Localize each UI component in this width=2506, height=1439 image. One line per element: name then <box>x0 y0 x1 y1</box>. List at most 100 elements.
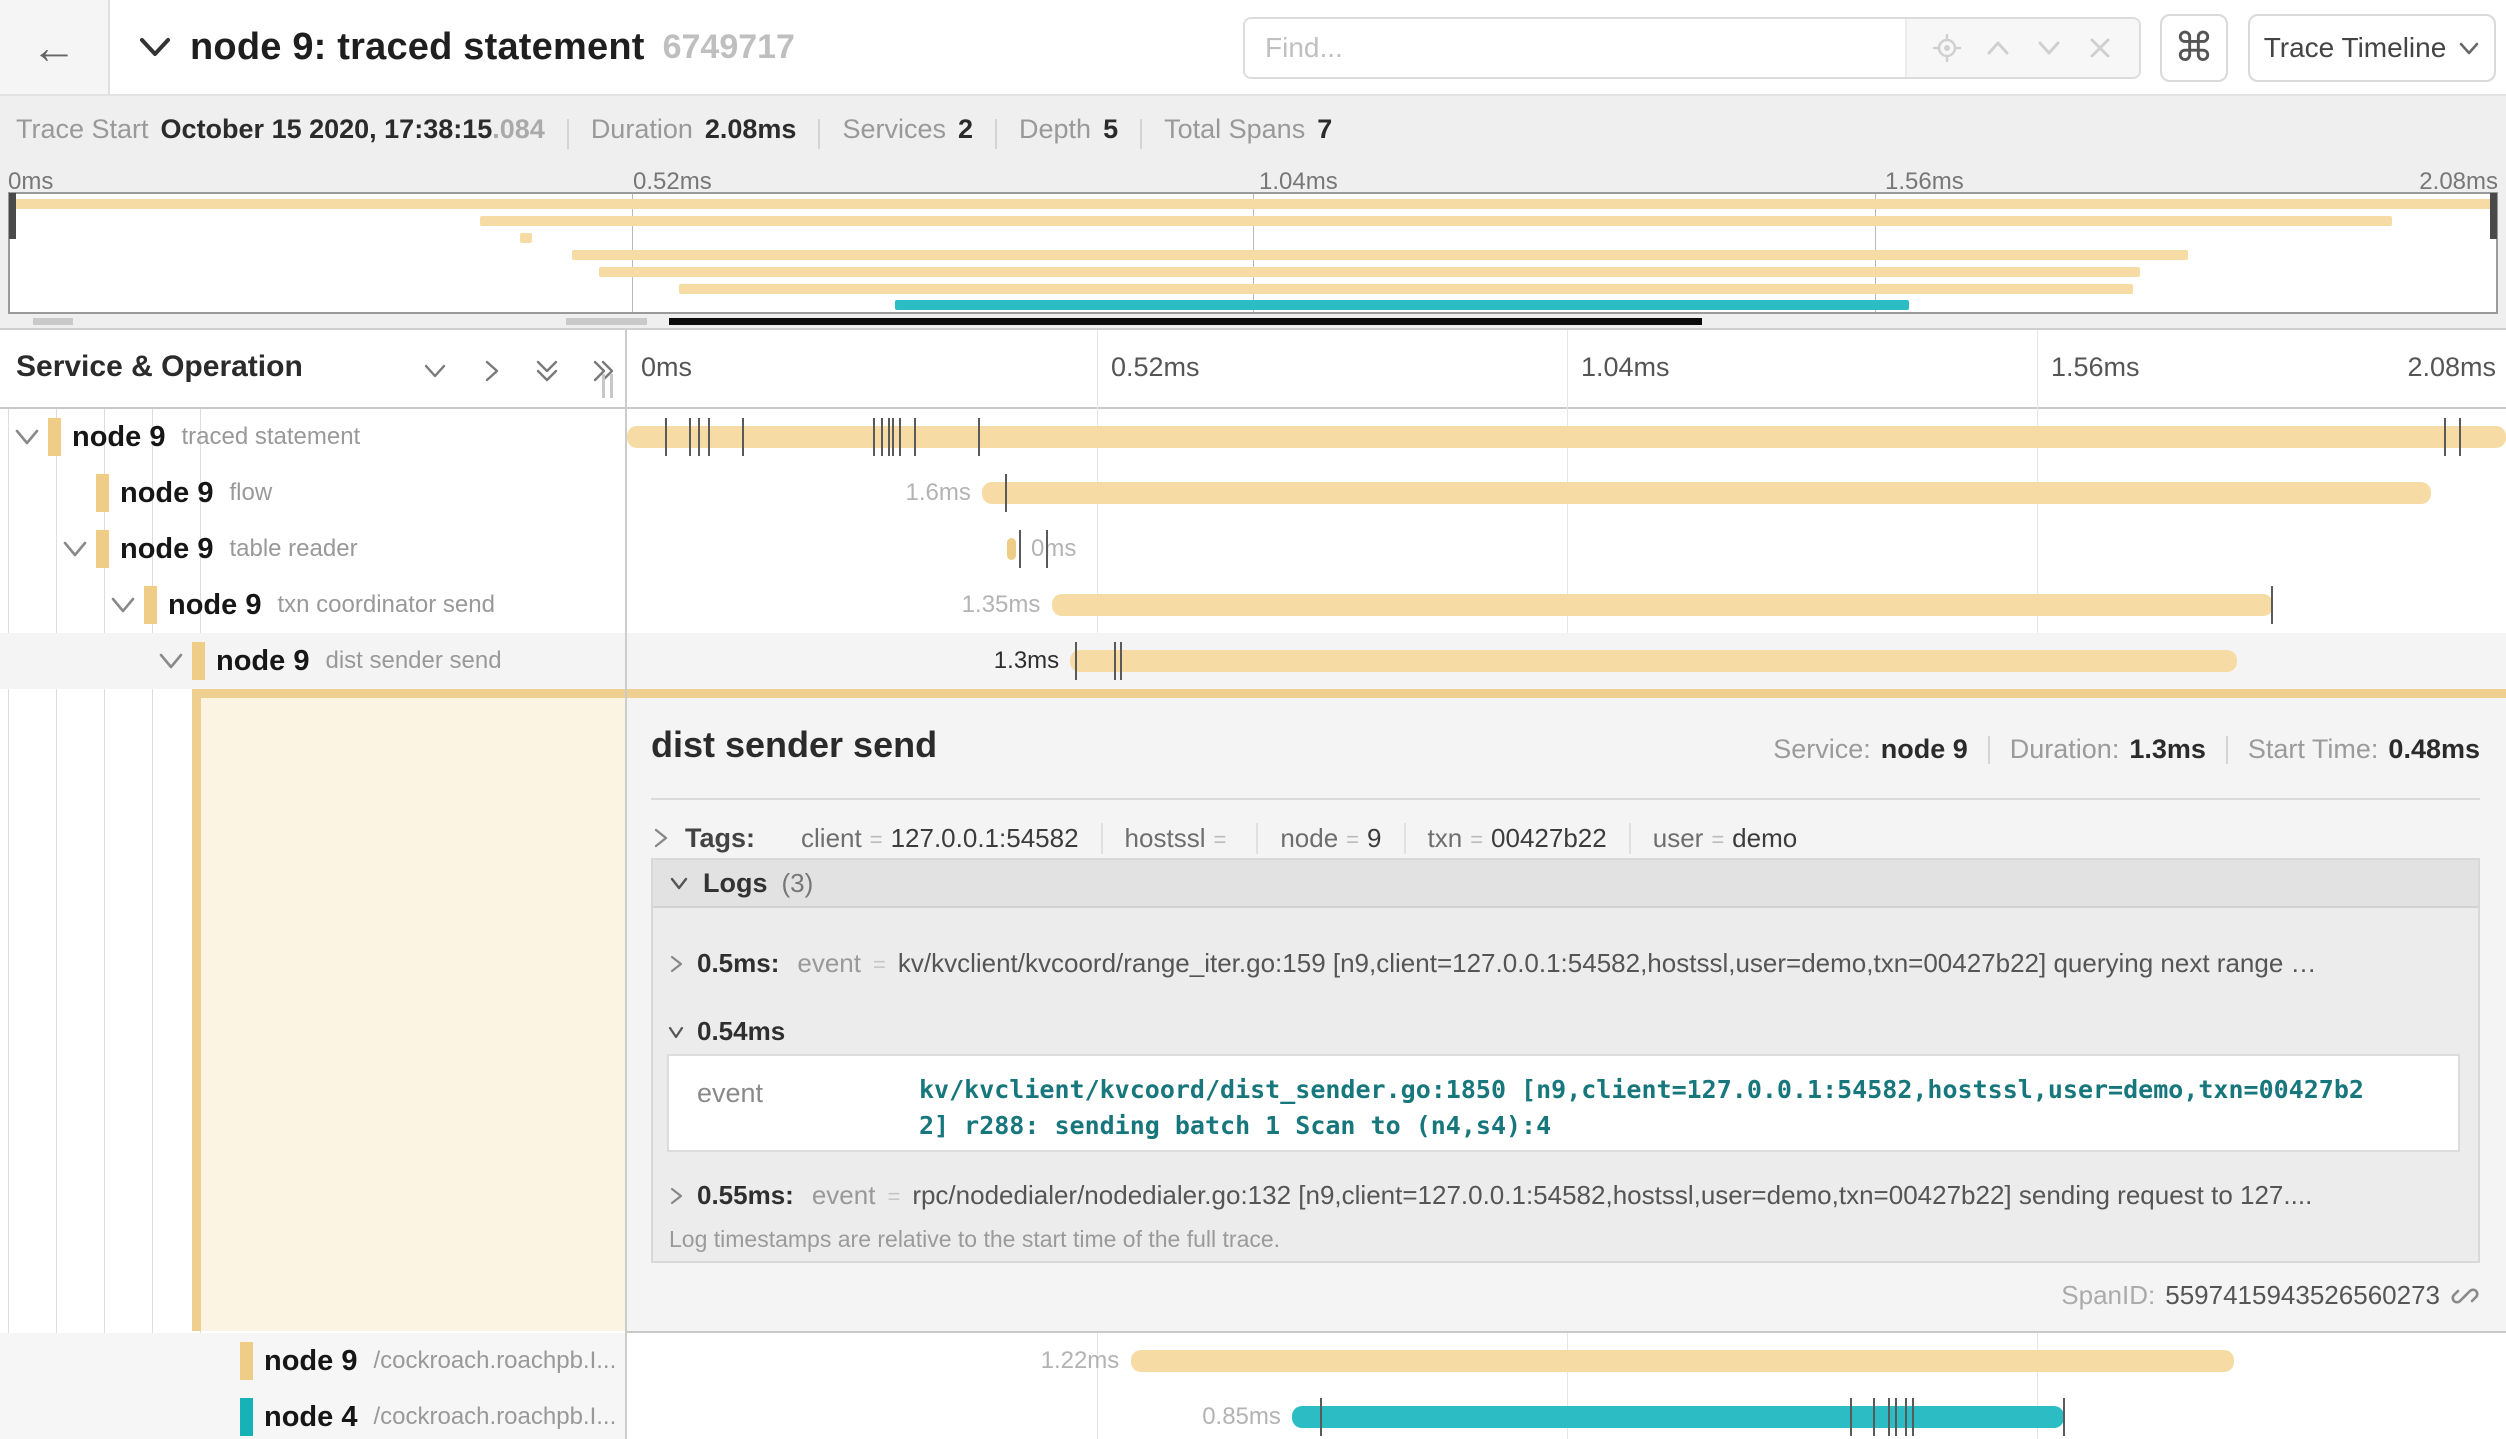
service-color-chip <box>192 642 205 680</box>
span-name-cell: node 9 txn coordinator send <box>0 577 625 633</box>
tag-client: client=127.0.0.1:54582 <box>779 823 1103 854</box>
collapse-trace-chevron-icon[interactable] <box>138 35 172 59</box>
minimap-span-bar <box>10 199 2496 209</box>
trace-minimap[interactable] <box>8 192 2498 314</box>
span-row-txn-coordinator-send[interactable]: node 9 txn coordinator send 1.35ms <box>0 577 2506 633</box>
log-tick <box>1005 474 1007 512</box>
service-color-chip <box>48 418 61 456</box>
span-bar-cell: 0ms <box>627 521 2506 577</box>
duration-label: 1.3ms <box>627 633 1059 689</box>
column-splitter[interactable] <box>625 330 627 1439</box>
chevron-right-icon <box>667 954 685 974</box>
duration-label: 1.6ms <box>627 465 971 521</box>
span-bar-cell: 1.35ms <box>627 577 2506 633</box>
log-entry-1[interactable]: 0.5ms: event = kv/kvclient/kvcoord/range… <box>667 948 2464 979</box>
find-input[interactable] <box>1245 19 1905 77</box>
scroll-mark <box>33 318 73 325</box>
span-bar-cell <box>627 409 2506 465</box>
chevron-down-icon[interactable] <box>14 425 40 449</box>
span-bar[interactable] <box>1070 650 2237 672</box>
span-bar[interactable] <box>627 426 2506 448</box>
divider <box>567 119 569 149</box>
minimap-scroll-indicator <box>0 318 2506 326</box>
scroll-thumb[interactable] <box>669 318 1701 325</box>
trace-total-spans: Total Spans 7 <box>1164 114 1332 145</box>
span-bar[interactable] <box>1007 538 1016 560</box>
trace-title-group: node 9: traced statement 6749717 <box>138 0 795 94</box>
collapse-all-icon[interactable] <box>532 356 562 386</box>
tag-hostssl: hostssl= <box>1103 823 1259 854</box>
expand-one-icon[interactable] <box>476 356 506 386</box>
ruler-label-0: 0ms <box>641 352 692 383</box>
minimap-span-bar <box>599 267 2140 277</box>
collapse-one-icon[interactable] <box>420 356 450 386</box>
divider <box>651 798 2480 800</box>
span-bar[interactable] <box>982 482 2431 504</box>
detail-span-title: dist sender send <box>651 724 937 766</box>
tag-node: node=9 <box>1258 823 1405 854</box>
log-entry-2-header[interactable]: 0.54ms <box>667 1016 2464 1047</box>
log-tick <box>1019 530 1021 568</box>
log-field-table: event kv/kvclient/kvcoord/dist_sender.go… <box>667 1054 2460 1152</box>
trace-depth: Depth 5 <box>1019 114 1118 145</box>
log-tick <box>2271 586 2273 624</box>
page-header: ← node 9: traced statement 6749717 <box>0 0 2506 96</box>
span-name-cell: node 9 dist sender send <box>0 633 625 689</box>
trace-id-badge: 6749717 <box>663 28 795 67</box>
viewport-drag-handle-right[interactable] <box>2490 193 2497 239</box>
log-tick <box>881 418 883 456</box>
next-match-icon[interactable] <box>2034 33 2064 63</box>
logs-body: 0.5ms: event = kv/kvclient/kvcoord/range… <box>653 908 2478 1261</box>
span-name-cell: node 9 flow <box>0 465 625 521</box>
minimap-span-bar <box>895 300 1909 310</box>
span-row-table-reader[interactable]: node 9 table reader 0ms <box>0 521 2506 577</box>
span-row-flow[interactable]: node 9 flow 1.6ms <box>0 465 2506 521</box>
column-resizer-grip[interactable] <box>602 374 613 398</box>
chevron-down-icon[interactable] <box>158 649 184 673</box>
viewport-drag-handle-left[interactable] <box>9 193 16 239</box>
span-bar[interactable] <box>1052 594 2273 616</box>
divider <box>818 119 820 149</box>
span-row-dist-sender-send-selected[interactable]: node 9 dist sender send 1.3ms <box>0 633 2506 689</box>
link-icon[interactable] <box>2450 1281 2480 1311</box>
keyboard-shortcuts-button[interactable]: ⌘ <box>2160 14 2228 82</box>
detail-indent-fill <box>201 698 625 1331</box>
back-button[interactable]: ← <box>0 0 110 94</box>
log-tick <box>1120 642 1122 680</box>
locate-span-icon[interactable] <box>1932 33 1962 63</box>
chevron-down-icon[interactable] <box>62 537 88 561</box>
logs-header[interactable]: Logs (3) <box>653 860 2478 908</box>
chevron-right-icon <box>651 826 671 850</box>
minimap-span-bar <box>520 233 532 243</box>
minimap-span-bar <box>679 284 2133 294</box>
find-nav-icons <box>1905 19 2139 77</box>
log-tick <box>708 418 710 456</box>
clear-find-icon[interactable] <box>2085 33 2115 63</box>
span-name: node 9 txn coordinator send <box>168 577 495 633</box>
span-bar-cell: 1.6ms <box>627 465 2506 521</box>
tags-row[interactable]: Tags: client=127.0.0.1:54582 hostssl= no… <box>651 814 1819 862</box>
trace-view-label: Trace Timeline <box>2264 32 2447 64</box>
trace-view-selector[interactable]: Trace Timeline <box>2248 14 2496 82</box>
log-tick <box>2063 1398 2065 1436</box>
divider <box>1140 119 1142 149</box>
chevron-down-icon[interactable] <box>110 593 136 617</box>
span-rows: node 9 traced statement node 9 flow 1.6m… <box>0 409 2506 1439</box>
service-color-chip <box>96 530 109 568</box>
prev-match-icon[interactable] <box>1983 33 2013 63</box>
divider <box>2226 736 2228 764</box>
log-tick <box>1912 1398 1914 1436</box>
chevron-down-icon <box>667 1022 685 1042</box>
span-row-node9-roachpb[interactable]: node 9 /cockroach.roachpb.I... 1.22ms <box>0 1333 2506 1389</box>
span-row-node4-roachpb[interactable]: node 4 /cockroach.roachpb.I... 0.85ms <box>0 1389 2506 1439</box>
span-bar[interactable] <box>1292 1406 2064 1428</box>
tag-txn: txn=00427b22 <box>1406 823 1631 854</box>
log-tick <box>742 418 744 456</box>
span-name: node 9 dist sender send <box>216 633 502 689</box>
span-row-traced-statement[interactable]: node 9 traced statement <box>0 409 2506 465</box>
span-bar[interactable] <box>1131 1350 2234 1372</box>
span-bar-cell: 0.85ms <box>627 1389 2506 1439</box>
log-entry-3[interactable]: 0.55ms: event = rpc/nodedialer/nodediale… <box>667 1180 2464 1211</box>
span-name: node 4 /cockroach.roachpb.I... <box>264 1389 616 1439</box>
service-color-chip <box>96 474 109 512</box>
